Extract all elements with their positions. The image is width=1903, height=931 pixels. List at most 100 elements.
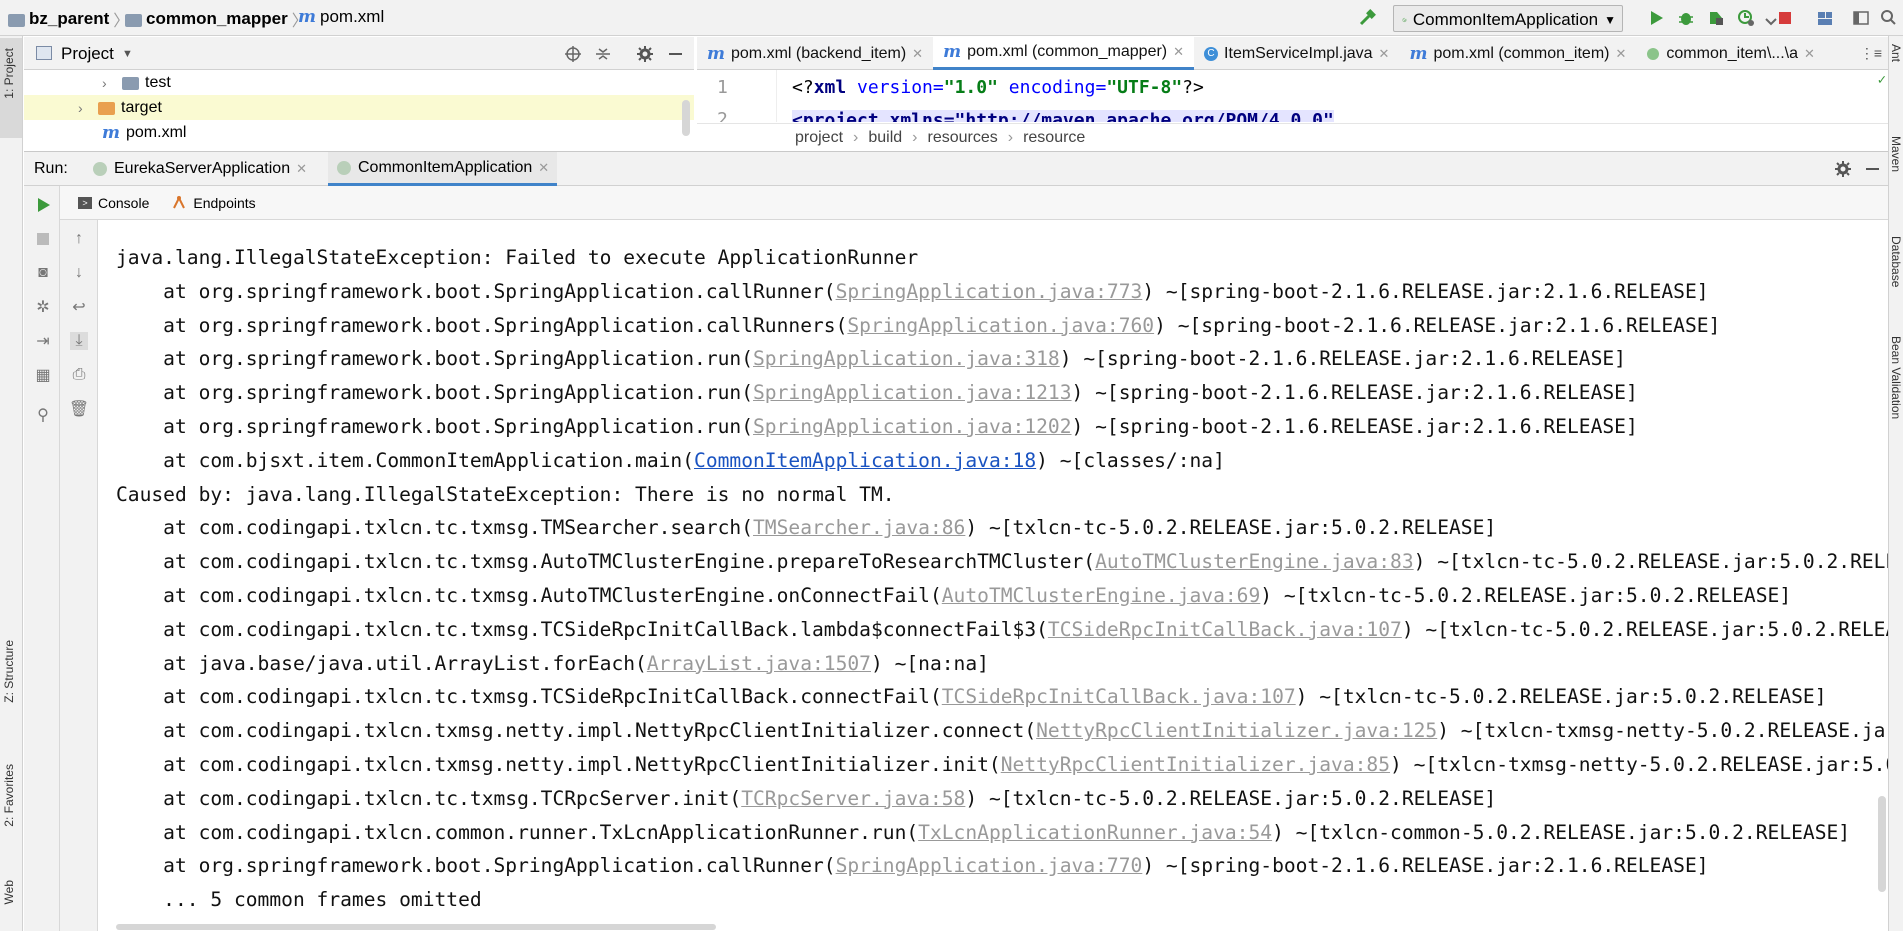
breadcrumb-item[interactable]: build [868, 129, 902, 147]
tree-item-test[interactable]: › test [24, 70, 694, 95]
rerun-icon[interactable] [34, 196, 52, 214]
layout-icon[interactable]: ▦ [34, 366, 52, 384]
tool-tab-favorites[interactable]: 2: Favorites [2, 764, 16, 827]
source-link[interactable]: NettyRpcClientInitializer.java:125 [1036, 719, 1437, 742]
close-icon[interactable]: ✕ [538, 160, 549, 176]
source-link[interactable]: SpringApplication.java:1202 [753, 415, 1072, 438]
collapse-all-icon[interactable] [594, 45, 612, 63]
console-output[interactable]: java.lang.IllegalStateException: Failed … [99, 220, 1888, 931]
breadcrumb-item[interactable]: resource [1023, 129, 1085, 147]
close-icon[interactable]: ✕ [1804, 46, 1815, 62]
chevron-right-icon: › [912, 128, 918, 146]
pin-icon[interactable]: ⚲ [34, 406, 52, 424]
tab-pom-common-mapper[interactable]: m pom.xml (common_mapper) ✕ [933, 37, 1195, 70]
source-link[interactable]: SpringApplication.java:1213 [753, 381, 1072, 404]
close-icon[interactable]: ✕ [1615, 46, 1626, 62]
source-link[interactable]: ArrayList.java:1507 [647, 652, 871, 675]
breadcrumb-file[interactable]: m pom.xml [298, 7, 384, 27]
search-everywhere-icon[interactable] [1880, 9, 1898, 27]
tab-endpoints[interactable]: Endpoints [171, 195, 256, 211]
tool-tab-project[interactable]: 1: Project [2, 48, 16, 99]
debug-settings-icon[interactable]: ✲ [34, 298, 52, 316]
tree-item-target[interactable]: › target [24, 95, 694, 120]
tree-item-pom[interactable]: m pom.xml [24, 120, 694, 145]
source-link[interactable]: TxLcnApplicationRunner.java:54 [918, 821, 1272, 844]
close-icon[interactable]: ✕ [296, 161, 307, 177]
run-toolbar: ◙ ✲ ⇥ ▦ ⚲ [24, 186, 60, 931]
debug-icon[interactable] [1677, 9, 1695, 27]
folder-icon [98, 102, 115, 115]
source-link[interactable]: SpringApplication.java:770 [836, 854, 1143, 877]
source-link[interactable]: SpringApplication.java:318 [753, 347, 1060, 370]
tool-tab-bean-validation[interactable]: Bean Validation [1889, 336, 1903, 419]
tool-tab-maven[interactable]: Maven [1889, 136, 1903, 172]
source-link[interactable]: TMSearcher.java:86 [753, 516, 965, 539]
console-text: at org.springframework.boot.SpringApplic… [116, 279, 836, 303]
minimize-icon[interactable] [1866, 168, 1879, 170]
arrow-down-icon[interactable]: ↓ [70, 264, 88, 282]
minimize-icon[interactable] [669, 53, 682, 55]
console-text: ) ~[na:na] [870, 651, 989, 675]
layout-icon[interactable] [1852, 9, 1870, 27]
run-tab-common-item[interactable]: CommonItemApplication ✕ [328, 152, 558, 186]
source-link[interactable]: AutoTMClusterEngine.java:69 [942, 584, 1261, 607]
scroll-to-end-icon[interactable]: ⤓ [70, 332, 88, 350]
tab-console[interactable]: > Console [78, 195, 149, 211]
project-panel-title[interactable]: Project [61, 44, 114, 64]
console-line: at java.base/java.util.ArrayList.forEach… [116, 647, 989, 681]
code-editor[interactable]: 1 2 <?xml version="1.0" encoding="UTF-8"… [697, 70, 1888, 122]
breadcrumb-module[interactable]: common_mapper 〉 [125, 7, 308, 31]
run-tab-label: CommonItemApplication [358, 158, 533, 176]
run-icon[interactable] [1647, 9, 1665, 27]
hammer-icon[interactable] [1358, 9, 1376, 27]
exit-icon[interactable]: ⇥ [34, 332, 52, 350]
maven-icon: m [943, 42, 962, 62]
tab-pom-backend-item[interactable]: m pom.xml (backend_item) ✕ [697, 37, 933, 70]
tool-tab-web[interactable]: Web [2, 880, 16, 904]
source-link[interactable]: AutoTMClusterEngine.java:83 [1095, 550, 1414, 573]
locate-icon[interactable] [564, 45, 582, 63]
source-link[interactable]: NettyRpcClientInitializer.java:85 [1001, 753, 1390, 776]
tab-list-icon[interactable]: ⋮≡ [1854, 37, 1888, 69]
close-icon[interactable]: ✕ [912, 46, 923, 62]
trash-icon[interactable]: 🗑 [69, 400, 89, 418]
close-icon[interactable]: ✕ [1173, 44, 1184, 60]
breadcrumb-project[interactable]: bz_parent 〉 [8, 7, 129, 31]
chevron-right-icon: › [78, 99, 83, 116]
stop-icon[interactable] [1776, 9, 1794, 27]
print-icon[interactable]: ⎙ [70, 366, 88, 384]
gear-icon[interactable] [1834, 160, 1852, 178]
gear-icon[interactable] [636, 45, 654, 63]
project-structure-icon[interactable] [1816, 9, 1834, 27]
tab-item-service-impl[interactable]: C ItemServiceImpl.java ✕ [1194, 37, 1399, 70]
source-link[interactable]: TCSideRpcInitCallBack.java:107 [1048, 618, 1402, 641]
camera-icon[interactable]: ◙ [34, 264, 52, 282]
arrow-up-icon[interactable]: ↑ [70, 230, 88, 248]
source-link[interactable]: SpringApplication.java:760 [847, 314, 1154, 337]
tool-tab-ant[interactable]: Ant [1889, 44, 1903, 62]
run-tab-eureka[interactable]: EurekaServerApplication ✕ [84, 152, 315, 186]
console-vertical-scrollbar[interactable] [1878, 796, 1886, 892]
tool-tab-structure[interactable]: Z: Structure [2, 640, 16, 703]
chevron-down-icon[interactable]: ▼ [122, 48, 133, 60]
close-icon[interactable]: ✕ [1379, 46, 1390, 62]
tab-pom-common-item[interactable]: m pom.xml (common_item) ✕ [1399, 37, 1636, 70]
source-link[interactable]: CommonItemApplication.java:18 [694, 449, 1036, 472]
source-link[interactable]: TCSideRpcInitCallBack.java:107 [942, 685, 1296, 708]
tree-item-label: test [145, 73, 171, 91]
console-line: at com.codingapi.txlcn.tc.txmsg.AutoTMCl… [116, 545, 1888, 579]
source-link[interactable]: TCRpcServer.java:58 [741, 787, 965, 810]
soft-wrap-icon[interactable]: ↩ [70, 298, 88, 316]
tool-tab-database[interactable]: Database [1889, 236, 1903, 287]
stop-icon[interactable] [34, 230, 52, 248]
profiler-icon[interactable] [1737, 9, 1755, 27]
run-configuration-select[interactable]: CommonItemApplication ▼ [1393, 5, 1623, 32]
tree-scrollbar[interactable] [682, 100, 690, 136]
source-link[interactable]: SpringApplication.java:773 [836, 280, 1143, 303]
breadcrumb-item[interactable]: resources [928, 129, 998, 147]
coverage-icon[interactable] [1707, 9, 1725, 27]
folder-icon [8, 13, 25, 27]
console-horizontal-scrollbar[interactable] [116, 924, 716, 930]
tab-common-item-config[interactable]: common_item\...\a ✕ [1636, 37, 1825, 70]
breadcrumb-item[interactable]: project [795, 129, 843, 147]
